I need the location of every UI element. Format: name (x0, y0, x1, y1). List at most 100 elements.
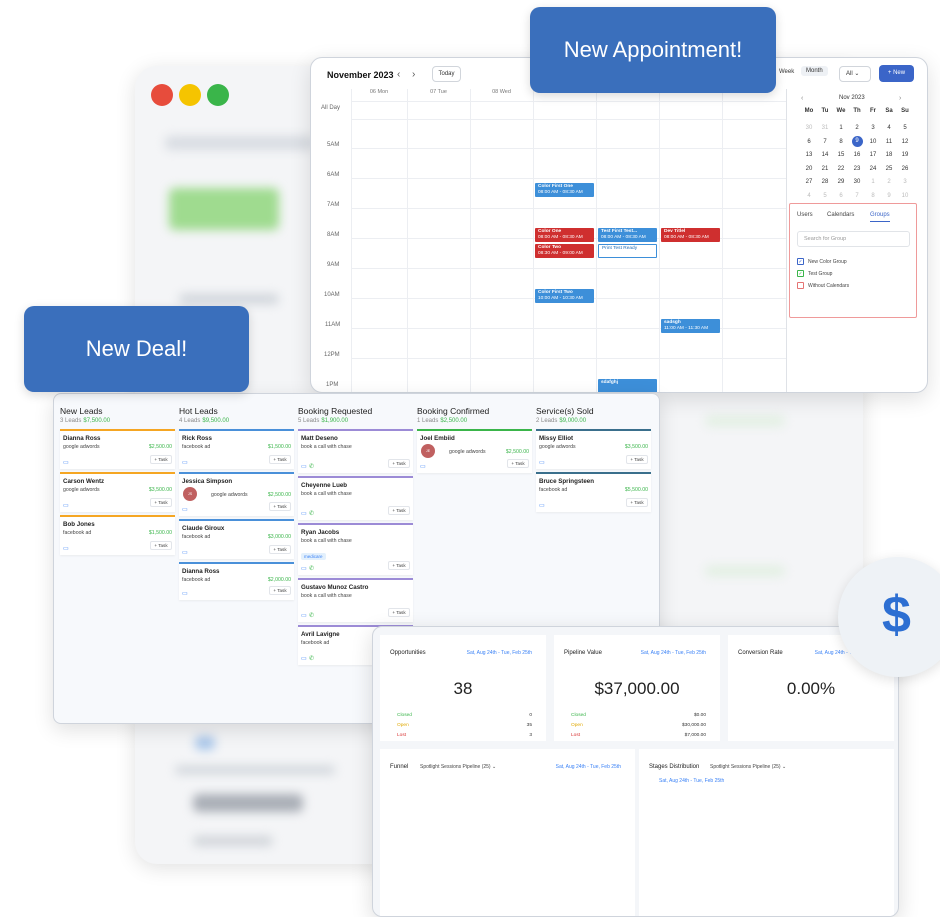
deal-card[interactable]: Cheyenne Lueb book a call with chase ▭ ✆ + T… (298, 476, 413, 520)
date-range-link[interactable]: Sat, Aug 24th - Tue, Feb 25th (641, 650, 706, 656)
calendar-event[interactable]: sdafghj (598, 379, 657, 392)
calendar-event[interactable]: sadsgh 11:00 AM - 11:30 AM (661, 319, 720, 333)
today-button[interactable]: Today (432, 66, 461, 82)
deal-card[interactable]: Dianna Ross facebook ad $2,000.00 ▭ + Task (179, 562, 294, 600)
add-task-button[interactable]: + Task (150, 541, 172, 550)
add-task-button[interactable]: + Task (388, 561, 410, 570)
mini-day[interactable]: 15 (833, 149, 849, 161)
mini-day[interactable]: 19 (897, 149, 913, 161)
message-icon[interactable]: ▭ (539, 459, 545, 466)
deal-card[interactable]: Ryan Jacobs book a call with chase medicar… (298, 523, 413, 575)
date-range-link[interactable]: Sat, Aug 24th - Tue, Feb 25th (556, 764, 621, 770)
mini-day[interactable]: 2 (849, 122, 865, 134)
calendar-event[interactable]: Test First Test... 08:00 AM - 08:30 AM (598, 228, 657, 242)
tab-calendars[interactable]: Calendars (827, 212, 854, 218)
mini-day[interactable]: 7 (817, 136, 833, 148)
message-icon[interactable]: ▭ (539, 502, 545, 509)
mini-day[interactable]: 14 (817, 149, 833, 161)
deal-card[interactable]: Dianna Ross google adwords $2,500.00 ▭ + Tas… (60, 429, 175, 469)
pipeline-select[interactable]: Spotlight Sessions Pipeline (25) ⌄ (710, 764, 786, 770)
filter-select[interactable]: All ⌄ (839, 66, 871, 82)
month-view-button[interactable]: Month (801, 66, 828, 76)
next-week-icon[interactable]: › (412, 69, 415, 80)
pipeline-select[interactable]: Spotlight Sessions Pipeline (25) ⌄ (420, 764, 496, 770)
mini-day[interactable]: 11 (881, 136, 897, 148)
deal-card[interactable]: Gustavo Munoz Castro book a call with cha… (298, 578, 413, 622)
calendar-event[interactable]: Color First Two 10:00 AM - 10:30 AM (535, 289, 594, 303)
mini-day-selected[interactable]: 9 (851, 135, 863, 147)
phone-icon[interactable]: ✆ (309, 612, 314, 619)
deal-card[interactable]: Jessica Simpson JS google adwords $2,500.00… (179, 472, 294, 516)
add-task-button[interactable]: + Task (388, 608, 410, 617)
calendar-event[interactable]: Print Test Ready (598, 244, 657, 258)
add-task-button[interactable]: + Task (269, 545, 291, 554)
checkbox-checked-icon[interactable]: ✓ (797, 258, 804, 265)
mini-day[interactable]: 29 (833, 176, 849, 188)
checkbox-checked-icon[interactable]: ✓ (797, 270, 804, 277)
message-icon[interactable]: ▭ (182, 506, 188, 513)
week-view-button[interactable]: Week (779, 69, 794, 75)
calendar-event[interactable]: Color First One 08:00 AM - 08:30 AM (535, 183, 594, 197)
phone-icon[interactable]: ✆ (309, 463, 314, 470)
deal-card[interactable]: Bob Jones facebook ad $1,500.00 ▭ + Task (60, 515, 175, 555)
mini-day[interactable]: 18 (881, 149, 897, 161)
mini-day[interactable]: 3 (865, 122, 881, 134)
mini-day[interactable]: 22 (833, 163, 849, 175)
mini-day[interactable]: 27 (801, 176, 817, 188)
mini-day[interactable]: 4 (881, 122, 897, 134)
mini-day[interactable]: 13 (801, 149, 817, 161)
phone-icon[interactable]: ✆ (309, 655, 314, 662)
group-option[interactable]: ✓ Test Group (797, 270, 832, 277)
mini-day[interactable]: 26 (897, 163, 913, 175)
date-range-link[interactable]: Sat, Aug 24th - Tue, Feb 25th (467, 650, 532, 656)
add-task-button[interactable]: + Task (150, 455, 172, 464)
message-icon[interactable]: ▭ (63, 545, 69, 552)
mini-day[interactable]: 31 (817, 122, 833, 134)
mini-day[interactable]: 5 (897, 122, 913, 134)
tab-groups[interactable]: Groups (870, 212, 890, 222)
add-task-button[interactable]: + Task (388, 506, 410, 515)
mini-day[interactable]: 24 (865, 163, 881, 175)
checkbox-icon[interactable] (797, 282, 804, 289)
mini-day[interactable]: 6 (801, 136, 817, 148)
add-task-button[interactable]: + Task (626, 455, 648, 464)
deal-card[interactable]: Carson Wentz google adwords $3,500.00 ▭ + Ta… (60, 472, 175, 512)
message-icon[interactable]: ▭ (182, 549, 188, 556)
mini-day[interactable]: 30 (849, 176, 865, 188)
mini-day[interactable]: 2 (881, 176, 897, 188)
mini-day[interactable]: 16 (849, 149, 865, 161)
calendar-event[interactable]: Dev Titlel 08:00 AM - 08:30 AM (661, 228, 720, 242)
mini-day[interactable]: 12 (897, 136, 913, 148)
mini-day[interactable]: 6 (833, 190, 849, 202)
mini-day[interactable]: 21 (817, 163, 833, 175)
message-icon[interactable]: ▭ (63, 502, 69, 509)
add-task-button[interactable]: + Task (269, 502, 291, 511)
add-task-button[interactable]: + Task (626, 498, 648, 507)
message-icon[interactable]: ▭ (301, 565, 307, 572)
mini-day[interactable]: 3 (897, 176, 913, 188)
mini-day[interactable]: 28 (817, 176, 833, 188)
minimize-window-button[interactable] (179, 84, 201, 106)
group-option[interactable]: ✓ New Color Group (797, 258, 847, 265)
message-icon[interactable]: ▭ (420, 463, 426, 470)
deal-card[interactable]: Missy Elliot google adwords $3,500.00 ▭ + Ta… (536, 429, 651, 469)
mini-day[interactable]: 8 (833, 136, 849, 148)
calendar-event[interactable]: Color One 08:00 AM - 08:30 AM (535, 228, 594, 242)
mini-day[interactable]: 17 (865, 149, 881, 161)
mini-day[interactable]: 10 (897, 190, 913, 202)
message-icon[interactable]: ▭ (182, 459, 188, 466)
deal-card[interactable]: Bruce Springsteen facebook ad $5,500.00 ▭ + … (536, 472, 651, 512)
mini-day[interactable]: 10 (865, 136, 881, 148)
deal-card[interactable]: Matt Deseno book a call with chase ▭ ✆ + Tas… (298, 429, 413, 473)
mini-day[interactable]: 4 (801, 190, 817, 202)
mini-day[interactable]: 20 (801, 163, 817, 175)
message-icon[interactable]: ▭ (301, 612, 307, 619)
mini-day[interactable]: 9 (881, 190, 897, 202)
deal-card[interactable]: Rick Ross facebook ad $1,500.00 ▭ + Task (179, 429, 294, 469)
tab-users[interactable]: Users (797, 212, 813, 218)
add-task-button[interactable]: + Task (269, 455, 291, 464)
mini-day[interactable]: 1 (833, 122, 849, 134)
mini-day[interactable]: 1 (865, 176, 881, 188)
message-icon[interactable]: ▭ (301, 463, 307, 470)
prev-week-icon[interactable]: ‹ (397, 69, 400, 80)
